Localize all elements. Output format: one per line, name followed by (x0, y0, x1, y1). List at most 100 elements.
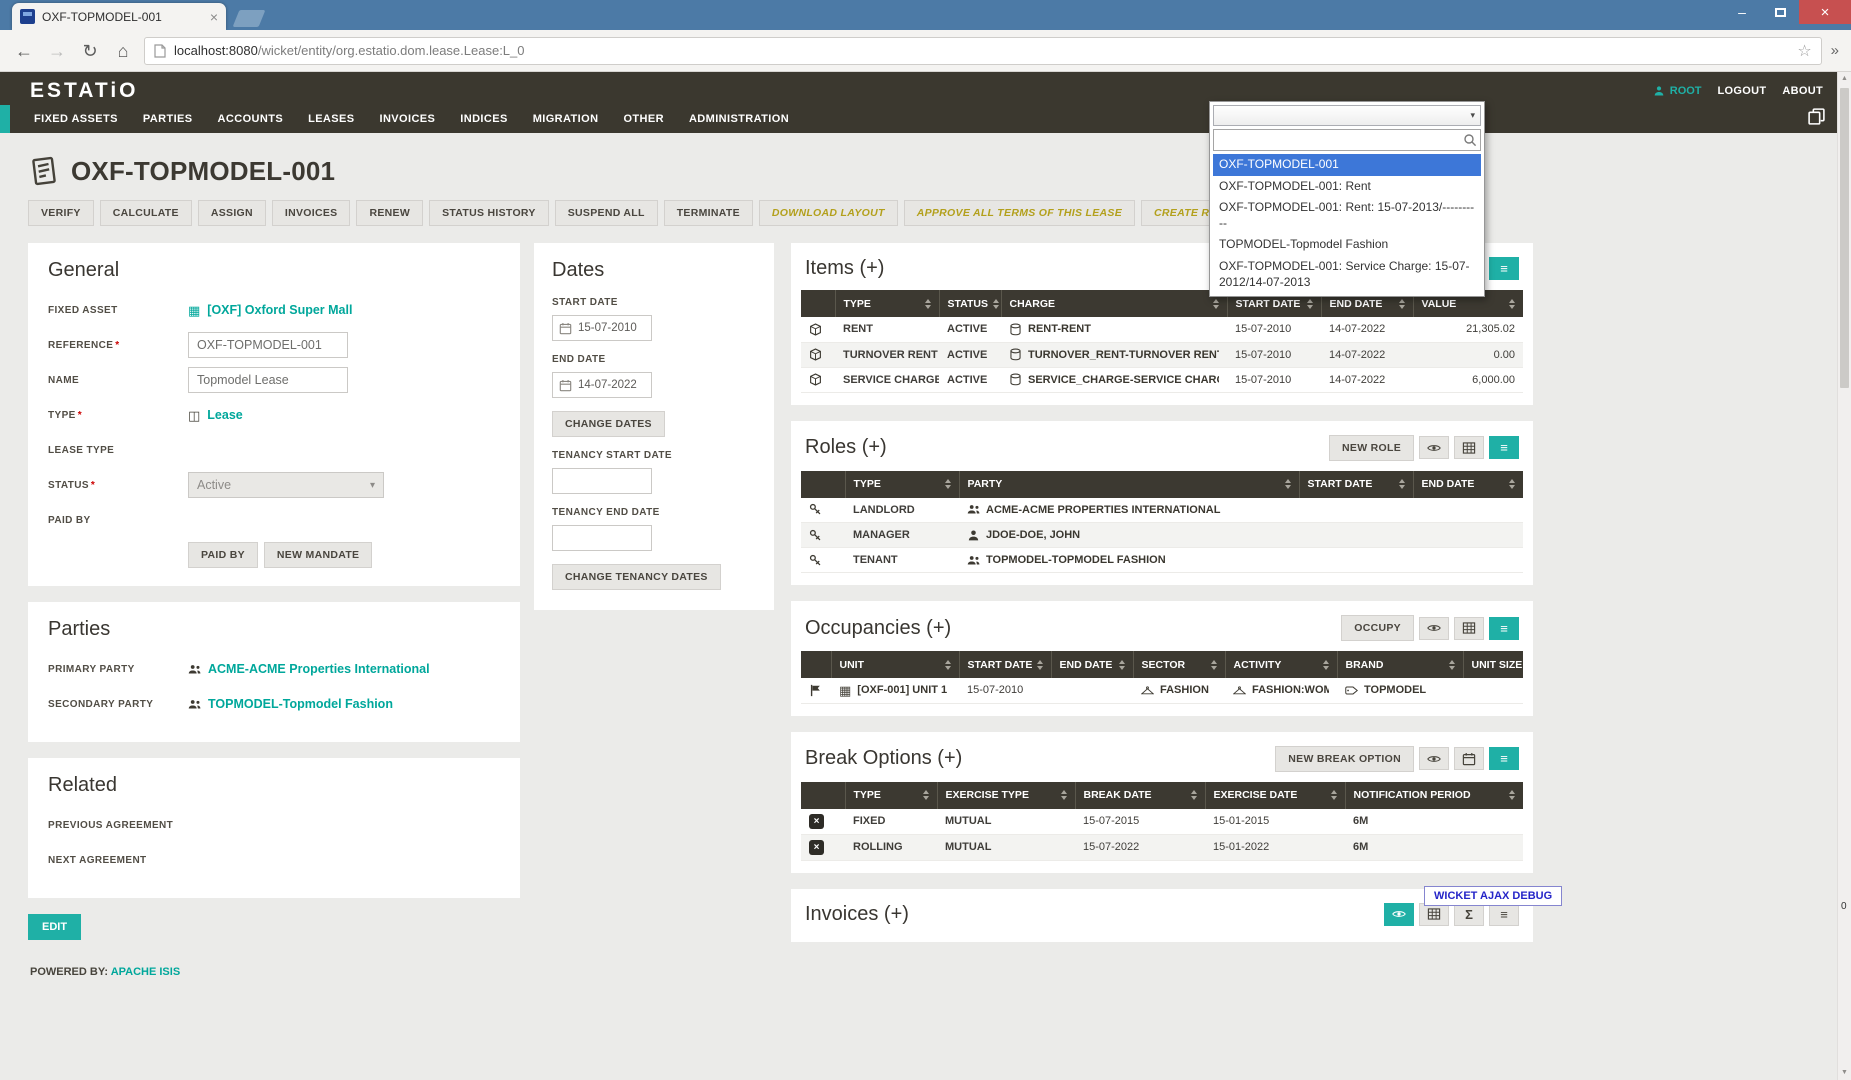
table-row[interactable]: × ROLLING MUTUAL 15-07-2022 15-01-2022 6… (801, 834, 1523, 860)
menu-fixed-assets[interactable]: FIXED ASSETS (34, 113, 118, 125)
sort-icon[interactable] (1213, 299, 1219, 309)
browser-tab[interactable]: OXF-TOPMODEL-001 × (12, 3, 226, 30)
terminate-button[interactable]: TERMINATE (664, 200, 753, 226)
new-tab-button[interactable] (233, 10, 266, 27)
table-row[interactable]: × FIXED MUTUAL 15-07-2015 15-01-2015 6M (801, 809, 1523, 835)
tab-close-icon[interactable]: × (210, 10, 218, 24)
start-date-field[interactable]: 15-07-2010 (552, 315, 652, 341)
reload-button[interactable]: ↻ (78, 42, 102, 60)
hide-columns-eye-button[interactable] (1419, 617, 1449, 640)
sort-icon[interactable] (945, 660, 951, 670)
home-button[interactable]: ⌂ (111, 42, 135, 60)
tenancy-start-date-field[interactable] (552, 468, 652, 494)
export-excel-button[interactable] (1454, 436, 1484, 459)
sort-icon[interactable] (1037, 660, 1043, 670)
autocomplete-search-input[interactable] (1213, 129, 1481, 151)
apache-isis-link[interactable]: APACHE ISIS (111, 966, 180, 978)
menu-administration[interactable]: ADMINISTRATION (689, 113, 789, 125)
occupy-button[interactable]: OCCUPY (1341, 615, 1414, 641)
user-menu[interactable]: ROOT (1653, 85, 1702, 97)
table-row[interactable]: ▦[OXF-001] UNIT 1 15-07-2010 FASHION FAS… (801, 678, 1523, 703)
sort-icon[interactable] (923, 790, 929, 800)
forward-button[interactable]: → (45, 42, 69, 60)
hide-columns-eye-button[interactable] (1419, 747, 1449, 770)
page-scrollbar[interactable]: ▲ ▼ (1837, 72, 1851, 1080)
status-history-button[interactable]: STATUS HISTORY (429, 200, 549, 226)
scroll-down-icon[interactable]: ▼ (1838, 1066, 1851, 1080)
sort-icon[interactable] (1509, 479, 1515, 489)
menu-migration[interactable]: MIGRATION (533, 113, 599, 125)
download-layout-button[interactable]: DOWNLOAD LAYOUT (759, 200, 898, 226)
sort-icon[interactable] (1449, 660, 1455, 670)
list-view-button[interactable]: ≡ (1489, 436, 1519, 459)
autocomplete-option[interactable]: TOPMODEL-Topmodel Fashion (1213, 234, 1481, 256)
paid-by-button[interactable]: PAID BY (188, 542, 258, 568)
table-row[interactable]: MANAGER JDOE-DOE, JOHN (801, 523, 1523, 548)
sort-icon[interactable] (1399, 299, 1405, 309)
autocomplete-option[interactable]: OXF-TOPMODEL-001: Service Charge: 15-07-… (1213, 256, 1481, 293)
verify-button[interactable]: VERIFY (28, 200, 94, 226)
sort-icon[interactable] (945, 479, 951, 489)
edit-button[interactable]: EDIT (28, 914, 81, 940)
list-view-button[interactable]: ≡ (1489, 257, 1519, 280)
window-close-button[interactable]: × (1799, 0, 1851, 24)
sort-icon[interactable] (1285, 479, 1291, 489)
table-row[interactable]: LANDLORD ACME-ACME PROPERTIES INTERNATIO… (801, 498, 1523, 523)
autocomplete-option[interactable]: OXF-TOPMODEL-001: Rent: 15-07-2013/-----… (1213, 197, 1481, 234)
invoices-button[interactable]: INVOICES (272, 200, 351, 226)
show-eye-button[interactable] (1384, 903, 1414, 926)
bookmark-star-icon[interactable]: ☆ (1797, 41, 1811, 61)
logout-link[interactable]: LOGOUT (1718, 85, 1767, 97)
copy-link-icon[interactable] (1807, 107, 1826, 126)
calculate-button[interactable]: CALCULATE (100, 200, 192, 226)
sort-icon[interactable] (1331, 790, 1337, 800)
tenancy-end-date-field[interactable] (552, 525, 652, 551)
menu-leases[interactable]: LEASES (308, 113, 354, 125)
sort-icon[interactable] (1191, 790, 1197, 800)
fixed-asset-link[interactable]: [OXF] Oxford Super Mall (207, 303, 352, 317)
menu-parties[interactable]: PARTIES (143, 113, 193, 125)
status-select[interactable]: Active ▾ (188, 472, 384, 498)
approve-all-terms-button[interactable]: APPROVE ALL TERMS OF THIS LEASE (904, 200, 1135, 226)
sort-icon[interactable] (1323, 660, 1329, 670)
list-view-button[interactable]: ≡ (1489, 747, 1519, 770)
table-row[interactable]: RENT ACTIVE RENT-RENT 15-07-2010 14-07-2… (801, 317, 1523, 342)
sort-icon[interactable] (925, 299, 931, 309)
autocomplete-option[interactable]: OXF-TOPMODEL-001 (1213, 154, 1481, 176)
list-view-button[interactable]: ≡ (1489, 617, 1519, 640)
table-row[interactable]: TURNOVER RENT ACTIVE TURNOVER_RENT-TURNO… (801, 342, 1523, 367)
table-row[interactable]: TENANT TOPMODEL-TOPMODEL FASHION (801, 548, 1523, 573)
sort-icon[interactable] (1119, 660, 1125, 670)
sort-icon[interactable] (1307, 299, 1313, 309)
autocomplete-option[interactable]: OXF-TOPMODEL-001: Rent (1213, 176, 1481, 198)
sort-icon[interactable] (1211, 660, 1217, 670)
back-button[interactable]: ← (12, 42, 36, 60)
new-break-option-button[interactable]: NEW BREAK OPTION (1275, 746, 1414, 772)
change-tenancy-dates-button[interactable]: CHANGE TENANCY DATES (552, 564, 721, 590)
type-link[interactable]: Lease (207, 408, 242, 422)
primary-party-link[interactable]: ACME-ACME Properties International (208, 662, 430, 676)
end-date-field[interactable]: 14-07-2022 (552, 372, 652, 398)
sort-icon[interactable] (1509, 790, 1515, 800)
new-mandate-button[interactable]: NEW MANDATE (264, 542, 372, 568)
renew-button[interactable]: RENEW (356, 200, 423, 226)
calendar-view-button[interactable] (1454, 747, 1484, 770)
secondary-party-link[interactable]: TOPMODEL-Topmodel Fashion (208, 697, 393, 711)
menu-accounts[interactable]: ACCOUNTS (218, 113, 284, 125)
change-dates-button[interactable]: CHANGE DATES (552, 411, 665, 437)
sort-icon[interactable] (1399, 479, 1405, 489)
menu-invoices[interactable]: INVOICES (380, 113, 436, 125)
scrollbar-thumb[interactable] (1840, 88, 1849, 388)
hide-columns-eye-button[interactable] (1419, 436, 1449, 459)
table-row[interactable]: SERVICE CHARGE ACTIVE SERVICE_CHARGE-SER… (801, 367, 1523, 392)
autocomplete-combo-box[interactable]: ▾ (1213, 105, 1481, 126)
sort-icon[interactable] (993, 299, 999, 309)
menu-indices[interactable]: INDICES (460, 113, 507, 125)
suspend-all-button[interactable]: SUSPEND ALL (555, 200, 658, 226)
assign-button[interactable]: ASSIGN (198, 200, 266, 226)
sort-icon[interactable] (1061, 790, 1067, 800)
name-field[interactable]: Topmodel Lease (188, 367, 348, 393)
scroll-up-icon[interactable]: ▲ (1838, 72, 1851, 86)
estatio-logo[interactable]: ESTATiO (30, 79, 139, 103)
new-role-button[interactable]: NEW ROLE (1329, 435, 1414, 461)
